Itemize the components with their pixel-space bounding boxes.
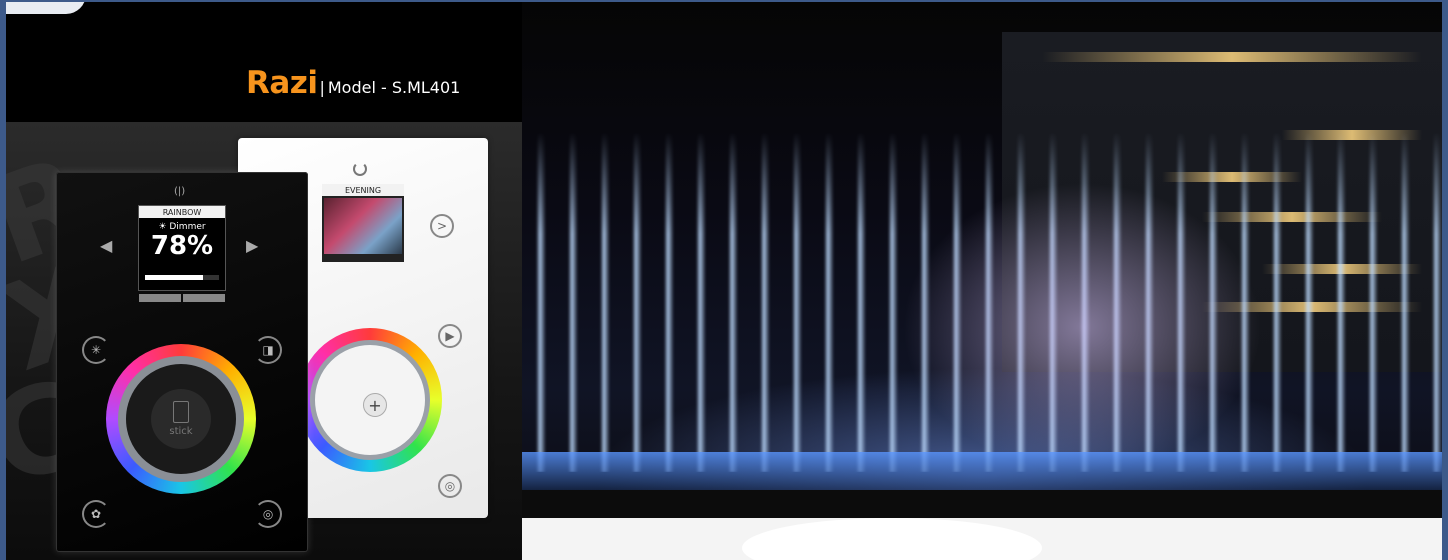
power-icon: (|) [174,186,186,197]
model-number: Model - S.ML401 [319,80,460,99]
dimmer-value: 78% [150,231,214,261]
palette-icon: ✿ [82,500,110,528]
next-arrow-icon: > [430,214,454,238]
black-controller: (|) RAINBOW ☀ Dimmer 78% ◀ ▶ ✳ ◧ ✿ ◎ sti… [56,172,308,552]
ground [522,490,1442,518]
settings-icon: ◎ [438,474,462,498]
color-wheel: + [298,328,442,472]
dimmer-bar-fill [145,275,203,280]
bottom-arc [742,518,1042,560]
speaker-icon [173,401,189,423]
white-controller-screen: EVENING [322,184,404,262]
water-surface [522,452,1442,492]
color-wheel-inner: + [310,340,430,460]
power-icon [353,162,367,176]
settings-icon: ◎ [254,500,282,528]
plus-icon: + [363,393,387,417]
fountain-mist [902,182,1262,472]
bottom-strip [522,518,1442,560]
sun-icon: ✳ [82,336,110,364]
stick-logo: stick [169,426,193,437]
banner-frame: Razi Model - S.ML401 R X C EVENING > ▶ ◎… [6,2,1442,560]
brand-name: Razi [246,65,318,101]
dimmer-bar [145,275,219,280]
black-controller-screen: RAINBOW ☀ Dimmer 78% [138,205,226,302]
product-image: R X C EVENING > ▶ ◎ + (|) RAINBOW [6,122,522,560]
screen-tabs [139,294,225,302]
color-wheel: stick [106,344,256,494]
color-wheel-inner: stick [118,356,244,482]
play-icon: ▶ [438,324,462,348]
next-arrow-icon: ▶ [246,236,259,255]
product-title: Razi Model - S.ML401 [246,68,460,99]
play-icon: ◧ [254,336,282,364]
color-wheel-center: stick [151,389,211,449]
scene-thumbnail [324,198,402,254]
previous-arrow-icon: ◀ [100,236,113,255]
corner-logo [6,2,86,14]
fountain-photo [522,2,1442,518]
screen-title: RAINBOW [139,206,225,218]
screen-title: EVENING [322,184,404,196]
